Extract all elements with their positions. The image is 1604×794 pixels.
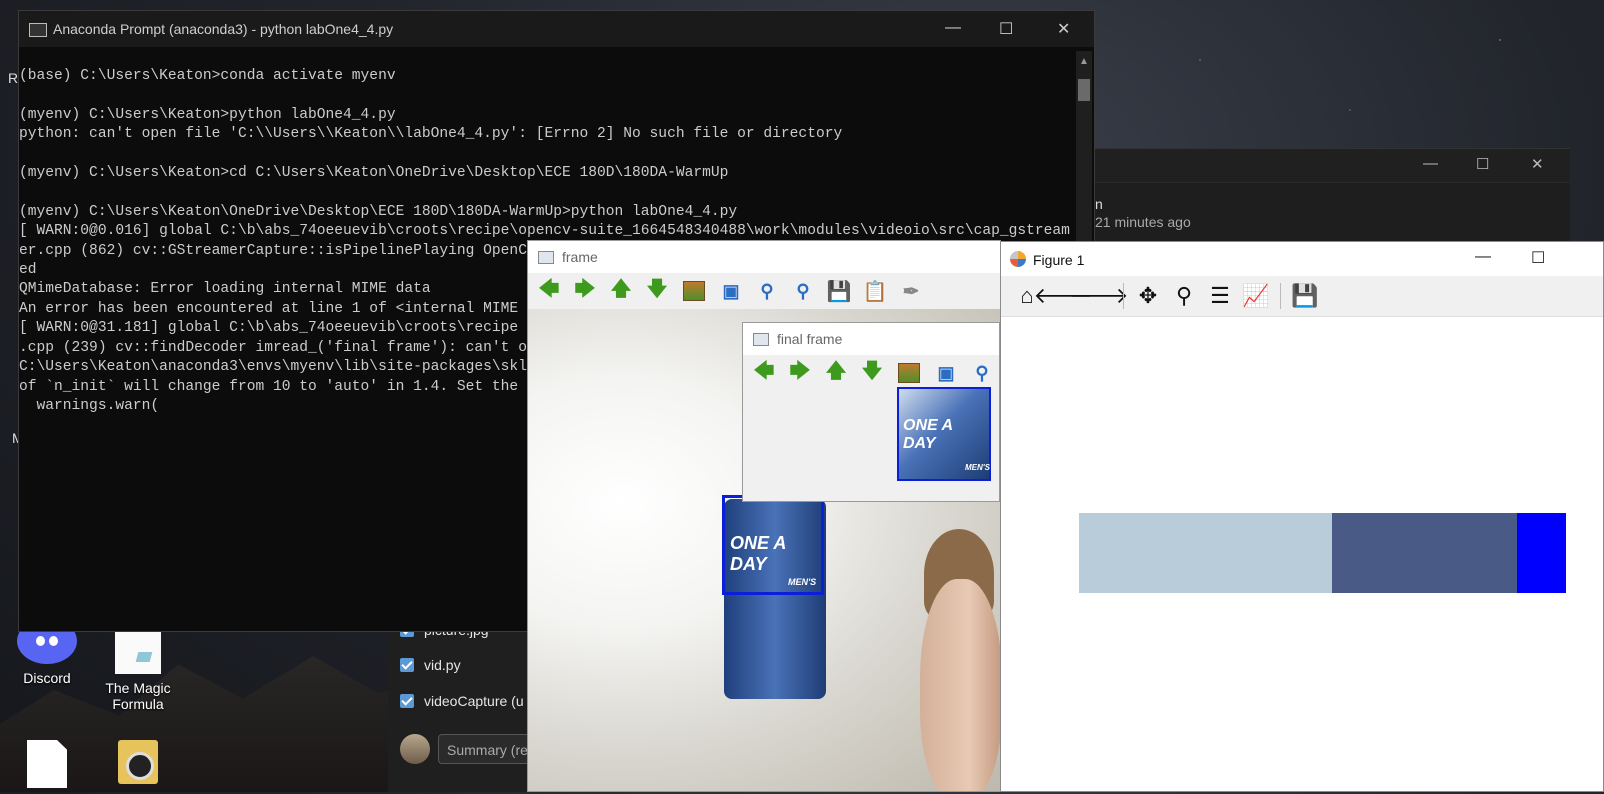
zoom-icon[interactable]: ⚲ [1170, 282, 1198, 310]
matplotlib-icon [1010, 251, 1026, 267]
close-icon[interactable]: ✕ [1057, 19, 1070, 39]
final-frame-window[interactable]: final frame 🡄 🡆 🡅 🡇 ▣ ⚲ ONE A DAY MEN'S [742, 322, 1000, 502]
background-window-titlebar: — ☐ ✕ [1095, 149, 1570, 183]
desktop-icon-label: Discord [23, 670, 71, 686]
checkbox-icon[interactable] [400, 658, 414, 672]
detection-box [722, 495, 824, 595]
desktop-icon-magic-formula[interactable]: The Magic Formula [93, 622, 183, 712]
scroll-up-icon[interactable]: ▲ [1079, 56, 1089, 67]
configure-icon[interactable]: ☰ [1206, 282, 1234, 310]
zoom-in-icon[interactable]: ⚲ [969, 360, 995, 386]
frame-titlebar[interactable]: frame [528, 241, 1000, 273]
scrollbar-thumb[interactable] [1078, 79, 1090, 101]
figure-window[interactable]: Figure 1 — ☐ ⌂ 🡐 🡒 ✥ ⚲ ☰ 📈 💾 [1000, 241, 1604, 792]
save-icon[interactable]: 💾 [1291, 282, 1319, 310]
properties-icon[interactable]: 📋 [862, 278, 888, 304]
brush-icon[interactable]: ✒ [898, 278, 924, 304]
pan-up-icon[interactable]: 🡅 [823, 360, 849, 386]
color-bar-chart [1079, 513, 1566, 593]
window-app-icon [538, 251, 554, 264]
desktop-edge-text: R [8, 70, 19, 86]
file-list-panel: picture.jpg vid.py videoCapture (u Summa… [388, 612, 538, 792]
chart-segment-1 [1332, 513, 1517, 593]
summary-input[interactable]: Summary (re [438, 734, 538, 764]
maximize-icon[interactable]: ☐ [999, 19, 1013, 39]
cropped-detection-image: ONE A DAY MEN'S [897, 387, 991, 481]
chart-segment-0 [1079, 513, 1332, 593]
minimize-icon[interactable]: — [1475, 248, 1491, 266]
zoom-original-icon[interactable] [683, 281, 705, 301]
list-item[interactable]: videoCapture (u [400, 693, 524, 709]
pan-up-icon[interactable]: 🡅 [608, 278, 634, 304]
person-face [920, 579, 1000, 791]
background-text: n [1095, 196, 1103, 212]
commit-summary: Summary (re [400, 734, 538, 764]
save-icon[interactable]: 💾 [826, 278, 852, 304]
edit-axes-icon[interactable]: 📈 [1242, 282, 1270, 310]
pan-icon[interactable]: ✥ [1134, 282, 1162, 310]
list-item[interactable]: vid.py [400, 657, 461, 673]
pan-left-icon[interactable]: 🡄 [536, 278, 562, 304]
zoom-in-icon[interactable]: ⚲ [754, 278, 780, 304]
minimize-icon[interactable]: — [945, 19, 961, 37]
maximize-icon[interactable]: ☐ [1476, 155, 1489, 173]
folder-icon [118, 740, 158, 784]
window-title: Anaconda Prompt (anaconda3) - python lab… [53, 21, 394, 37]
pan-down-icon[interactable]: 🡇 [644, 278, 670, 304]
final-frame-toolbar: 🡄 🡆 🡅 🡇 ▣ ⚲ [743, 355, 999, 391]
timestamp: 21 minutes ago [1095, 214, 1191, 230]
window-title: Figure 1 [1033, 252, 1085, 268]
toolbar-separator [1280, 283, 1281, 309]
bottle-label: ONE A DAY [903, 417, 953, 452]
close-icon[interactable]: ✕ [1531, 155, 1544, 173]
avatar [400, 734, 430, 764]
window-app-icon [753, 333, 769, 346]
desktop-icon-label: The Magic Formula [105, 680, 171, 712]
file-name: vid.py [424, 657, 461, 673]
pan-right-icon[interactable]: 🡆 [572, 278, 598, 304]
figure-titlebar[interactable]: Figure 1 — ☐ [1001, 242, 1603, 276]
window-title: final frame [777, 331, 843, 347]
bottle-sub-label: MEN'S [965, 463, 991, 472]
desktop-icon-folder[interactable] [93, 740, 183, 790]
file-name: videoCapture (u [424, 693, 524, 709]
minimize-icon[interactable]: — [1423, 155, 1438, 172]
zoom-original-icon[interactable] [898, 363, 920, 383]
pan-left-icon[interactable]: 🡄 [751, 360, 777, 386]
frame-toolbar: 🡄 🡆 🡅 🡇 ▣ ⚲ ⚲ 💾 📋 ✒ [528, 273, 1000, 309]
maximize-icon[interactable]: ☐ [1531, 248, 1545, 268]
file-icon [27, 740, 67, 788]
checkbox-icon[interactable] [400, 694, 414, 708]
zoom-fit-icon[interactable]: ▣ [718, 278, 744, 304]
pan-down-icon[interactable]: 🡇 [859, 360, 885, 386]
console-app-icon [29, 23, 47, 37]
chart-segment-2 [1517, 513, 1566, 593]
background-window: — ☐ ✕ n 21 minutes ago [1095, 148, 1570, 244]
zoom-out-icon[interactable]: ⚲ [790, 278, 816, 304]
window-title: frame [562, 249, 598, 265]
desktop-icon-file[interactable] [2, 740, 92, 794]
pan-right-icon[interactable]: 🡆 [787, 360, 813, 386]
toolbar-separator [1123, 283, 1124, 309]
zoom-fit-icon[interactable]: ▣ [933, 360, 959, 386]
console-titlebar[interactable]: Anaconda Prompt (anaconda3) - python lab… [19, 11, 1094, 47]
final-frame-titlebar[interactable]: final frame [743, 323, 999, 355]
figure-toolbar: ⌂ 🡐 🡒 ✥ ⚲ ☰ 📈 💾 [1001, 276, 1603, 317]
forward-icon[interactable]: 🡒 [1070, 282, 1129, 310]
